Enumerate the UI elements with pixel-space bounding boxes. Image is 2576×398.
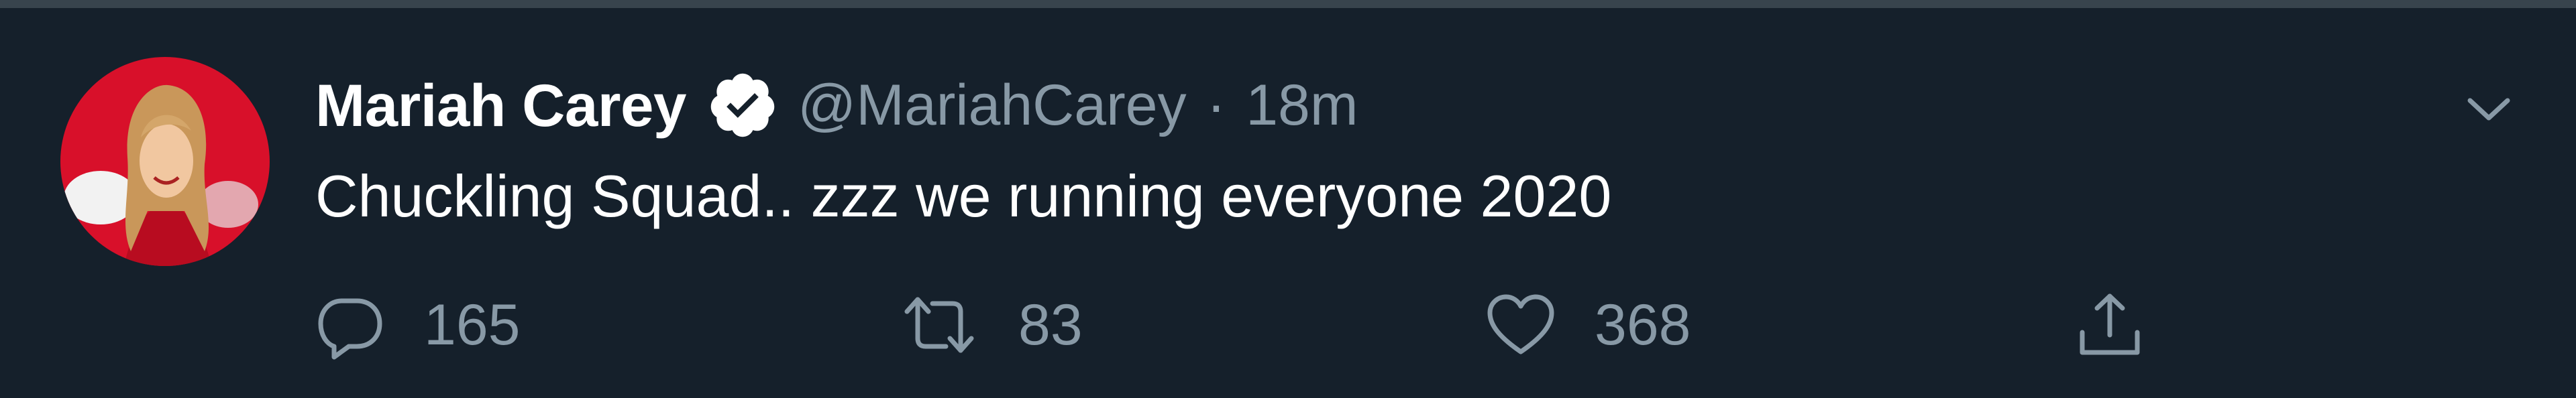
- avatar[interactable]: [60, 57, 270, 266]
- comment-icon: [315, 290, 385, 360]
- reply-button[interactable]: 165: [315, 281, 521, 369]
- tweet-actions: 165 83 368: [0, 281, 2576, 369]
- retweet-icon: [899, 290, 979, 360]
- tweet-header: Mariah Carey @MariahCarey · 18m: [315, 65, 1358, 145]
- tweet[interactable]: Mariah Carey @MariahCarey · 18m Chucklin…: [0, 8, 2576, 398]
- tweet-text: Chuckling Squad.. zzz we running everyon…: [315, 163, 1612, 229]
- like-count: 368: [1595, 292, 1691, 357]
- retweet-button[interactable]: 83: [899, 281, 1083, 369]
- tweet-timestamp[interactable]: 18m: [1246, 72, 1358, 139]
- chevron-down-icon[interactable]: [2455, 75, 2522, 142]
- retweet-count: 83: [1018, 292, 1083, 357]
- reply-count: 165: [424, 292, 521, 357]
- share-icon: [2073, 288, 2147, 362]
- author-name[interactable]: Mariah Carey: [315, 71, 687, 140]
- author-handle[interactable]: @MariahCarey: [798, 72, 1187, 139]
- like-button[interactable]: 368: [1486, 281, 1691, 369]
- verified-badge-icon: [706, 69, 779, 141]
- heart-icon: [1486, 290, 1556, 360]
- separator-dot: ·: [1206, 72, 1226, 137]
- share-button[interactable]: [2073, 281, 2147, 369]
- top-divider: [0, 0, 2576, 8]
